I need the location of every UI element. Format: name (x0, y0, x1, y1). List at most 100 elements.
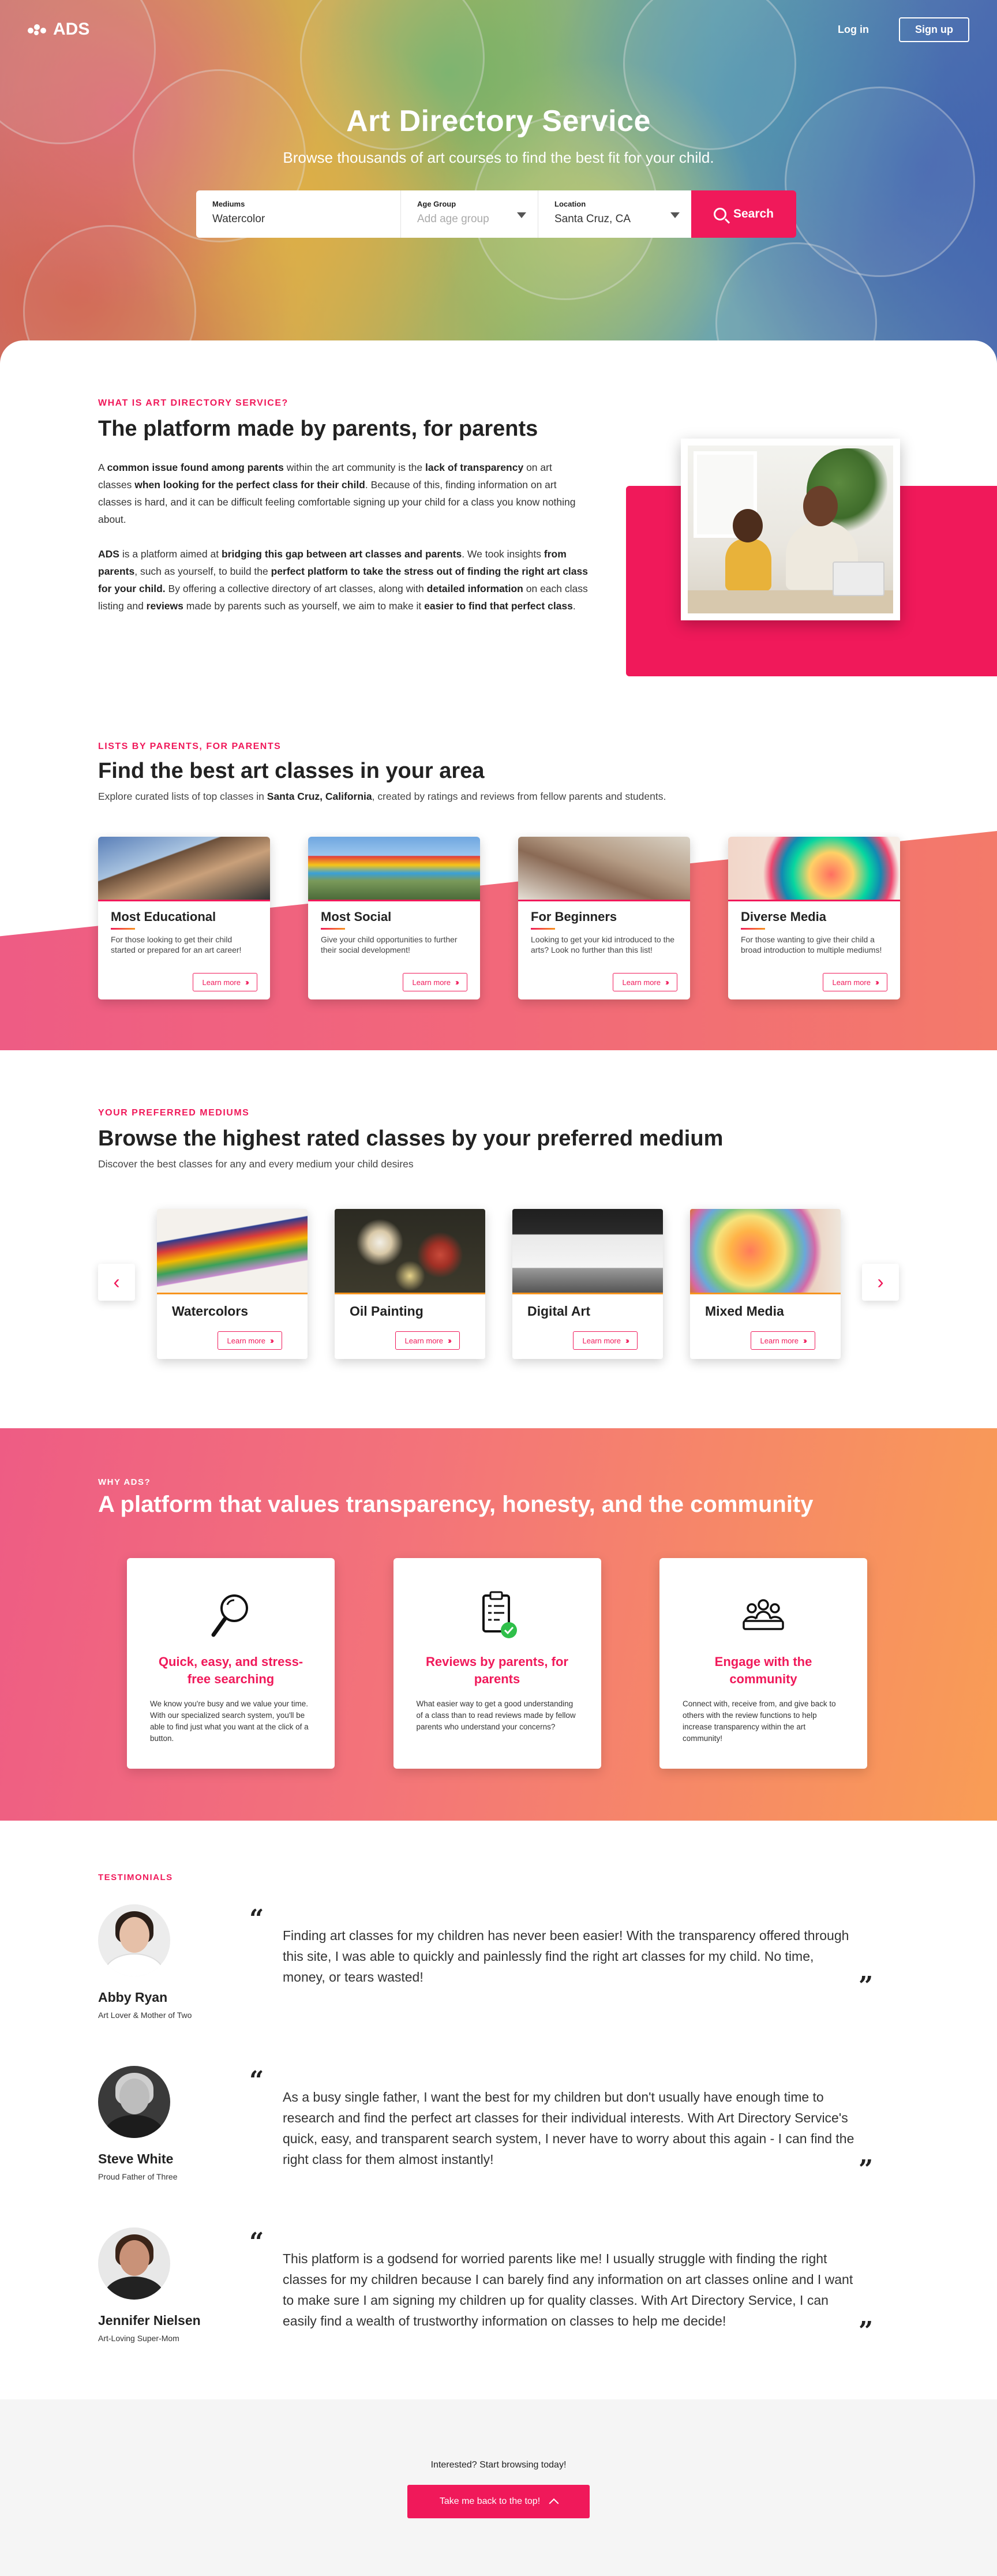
double-chevron-right-icon: ›› (665, 977, 669, 987)
list-card-title: Most Social (321, 909, 392, 924)
close-quote-icon: ” (859, 2155, 874, 2184)
logo[interactable]: ADS (28, 20, 89, 39)
testimonial-role: Art-Loving Super-Mom (98, 2334, 179, 2343)
learn-more-label: Learn more (404, 1336, 443, 1345)
dropdown-caret-icon[interactable] (517, 212, 526, 218)
magnifier-icon (208, 1590, 254, 1642)
why-card: Quick, easy, and stress-free searching W… (127, 1558, 335, 1769)
search-bar: Mediums Age Group Location Search (196, 190, 796, 238)
medium-card[interactable]: Digital Art Learn more ›› (512, 1209, 663, 1359)
close-quote-icon: ” (859, 1971, 874, 2001)
laptop-icon (833, 561, 884, 596)
logo-text: ADS (53, 20, 90, 39)
hero-overlay (0, 0, 997, 364)
list-card-text: Looking to get your kid introduced to th… (531, 935, 675, 954)
list-card-title: Most Educational (111, 909, 216, 924)
search-button[interactable]: Search (691, 190, 796, 238)
carousel-next-button[interactable]: › (862, 1264, 899, 1301)
hero-section: ADS Log in Sign up Art Directory Service… (0, 0, 997, 364)
parent-child-photo (688, 445, 893, 613)
double-chevron-right-icon: ›› (270, 1335, 274, 1346)
list-card-text: Give your child opportunities to further… (321, 935, 458, 954)
signup-button[interactable]: Sign up (899, 17, 969, 42)
text-segment: , created by ratings and reviews from fe… (372, 791, 666, 802)
emphasis-text: Santa Cruz, California (267, 791, 372, 802)
text-segment: . (572, 600, 576, 612)
emphasis-text: common issue found among parents (107, 462, 284, 473)
back-to-top-button[interactable]: Take me back to the top! (407, 2485, 590, 2518)
medium-cards: Watercolors Learn more ›› Oil Painting L… (157, 1209, 841, 1359)
emphasis-text: ADS (98, 548, 119, 560)
mediums-field[interactable]: Mediums (196, 190, 401, 238)
medium-card[interactable]: Watercolors Learn more ›› (157, 1209, 308, 1359)
testimonials-section: TESTIMONIALS Abby Ryan Art Lover & Mothe… (98, 1873, 900, 2344)
list-card-image (308, 837, 480, 901)
medium-card[interactable]: Mixed Media Learn more ›› (690, 1209, 841, 1359)
learn-more-button[interactable]: Learn more ›› (750, 1331, 815, 1350)
search-button-label: Search (733, 207, 774, 220)
emphasis-text: detailed information (426, 583, 523, 594)
why-card: Engage with the community Connect with, … (659, 1558, 867, 1769)
clipboard-check-icon (474, 1590, 520, 1642)
hero-title: Art Directory Service (346, 104, 651, 138)
list-card[interactable]: Most Social Give your child opportunitie… (308, 837, 480, 999)
list-card[interactable]: Diverse Media For those wanting to give … (728, 837, 900, 999)
about-title: The platform made by parents, for parent… (98, 417, 538, 441)
learn-more-button[interactable]: Learn more ›› (572, 1331, 638, 1350)
list-card-text: For those looking to get their child sta… (111, 935, 242, 954)
mediums-label: Mediums (212, 200, 245, 208)
medium-card-title: Oil Painting (350, 1304, 423, 1319)
dropdown-caret-icon[interactable] (670, 212, 680, 218)
login-link[interactable]: Log in (838, 24, 869, 36)
medium-card[interactable]: Oil Painting Learn more ›› (335, 1209, 485, 1359)
open-quote-icon: “ (249, 2227, 264, 2257)
learn-more-button[interactable]: Learn more ›› (395, 1331, 460, 1350)
why-card-text: We know you're busy and we value your ti… (150, 1699, 309, 1743)
back-to-top-label: Take me back to the top! (439, 2496, 541, 2506)
age-group-field[interactable]: Age Group (401, 190, 538, 238)
double-chevron-right-icon: ›› (245, 977, 249, 987)
why-card-title: Engage with the community (714, 1654, 812, 1686)
open-quote-icon: “ (249, 2066, 264, 2095)
testimonial-role: Proud Father of Three (98, 2172, 178, 2181)
open-quote-icon: “ (249, 1904, 264, 1934)
text-segment: Explore curated lists of top classes in (98, 791, 267, 802)
medium-card-image (512, 1209, 663, 1294)
age-group-label: Age Group (417, 200, 456, 208)
medium-card-image (157, 1209, 308, 1294)
location-field[interactable]: Location (538, 190, 691, 238)
mediums-input[interactable] (212, 213, 384, 226)
why-section: WHY ADS? A platform that values transpar… (0, 1428, 997, 1821)
lists-title: Find the best art classes in your area (98, 759, 485, 783)
list-card[interactable]: Most Educational For those looking to ge… (98, 837, 270, 999)
learn-more-label: Learn more (622, 978, 661, 987)
testimonial-name: Steve White (98, 2151, 174, 2166)
age-group-input[interactable] (417, 213, 522, 226)
learn-more-button[interactable]: Learn more ›› (822, 973, 887, 991)
emphasis-text: easier to find that perfect class (424, 600, 573, 612)
about-photo (681, 439, 900, 620)
avatar (98, 2066, 170, 2138)
list-card[interactable]: For Beginners Looking to get your kid in… (518, 837, 690, 999)
list-card-image (728, 837, 900, 901)
text-segment: By offering a collective directory of ar… (165, 583, 427, 594)
learn-more-button[interactable]: Learn more ›› (217, 1331, 282, 1350)
testimonials-eyebrow: TESTIMONIALS (98, 1873, 173, 1882)
learn-more-label: Learn more (582, 1336, 621, 1345)
learn-more-button[interactable]: Learn more ›› (192, 973, 257, 991)
emphasis-text: reviews (146, 600, 183, 612)
title-underline (531, 928, 555, 930)
palette-icon (28, 23, 48, 36)
why-card-text: Connect with, receive from, and give bac… (683, 1699, 836, 1743)
medium-card-title: Mixed Media (705, 1304, 784, 1319)
double-chevron-right-icon: ›› (448, 1335, 452, 1346)
list-card-title: Diverse Media (741, 909, 826, 924)
why-card-title: Quick, easy, and stress-free searching (158, 1654, 303, 1686)
location-input[interactable] (554, 213, 675, 226)
testimonial-quote: As a busy single father, I want the best… (283, 2090, 854, 2167)
learn-more-button[interactable]: Learn more ›› (612, 973, 677, 991)
carousel-prev-button[interactable]: ‹ (98, 1264, 135, 1301)
emphasis-text: lack of transparency (425, 462, 524, 473)
mediums-eyebrow: YOUR PREFERRED MEDIUMS (98, 1108, 250, 1118)
learn-more-button[interactable]: Learn more ›› (402, 973, 467, 991)
